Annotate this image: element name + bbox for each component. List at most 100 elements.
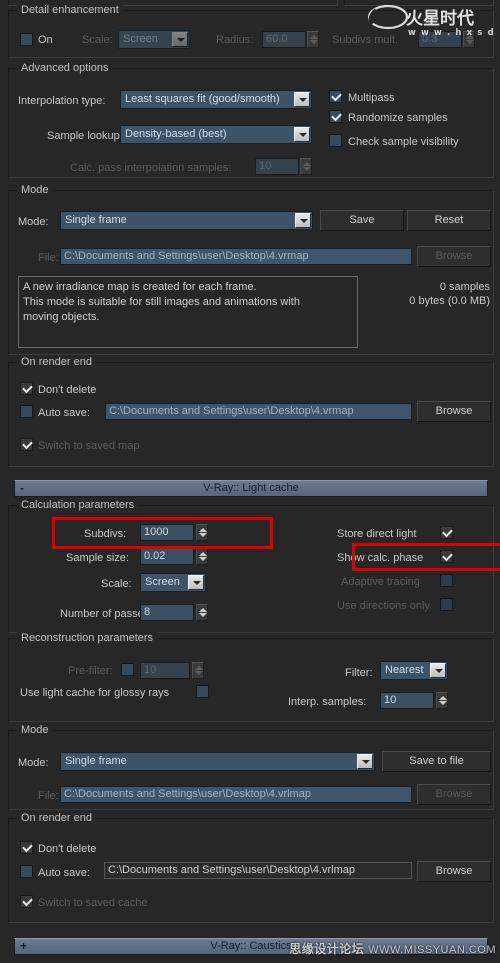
rollout-light-cache-title: V-Ray:: Light cache xyxy=(203,482,299,494)
watermark-missyuan: 思缘设计论坛 WWW.MISSYUAN.COM xyxy=(289,940,496,957)
watermark-hxsd-logo: 火星时代 w w w . h x s d . c o m xyxy=(367,4,498,38)
interpolation-type-label: Interpolation type: xyxy=(18,95,106,107)
irradiance-mode-dropdown[interactable]: Single frame xyxy=(60,211,313,230)
randomize-samples-checkbox[interactable] xyxy=(329,110,342,123)
lc-file-value: C:\Documents and Settings\user\Desktop\4… xyxy=(64,788,312,800)
rollout-caustics-title: V-Ray:: Caustics xyxy=(210,940,292,952)
interp-samples-spinner[interactable] xyxy=(436,692,448,709)
rollout-light-cache[interactable]: - V-Ray:: Light cache xyxy=(14,480,488,497)
pre-filter-checkbox[interactable] xyxy=(121,663,134,676)
lc-subdivs-spinner[interactable] xyxy=(196,524,208,541)
lc-scale-dropdown[interactable]: Screen xyxy=(140,573,206,592)
detail-enhancement-on-label: On xyxy=(38,34,53,46)
multipass-checkbox[interactable] xyxy=(329,90,342,103)
lc-passes-spinner[interactable] xyxy=(196,604,208,621)
group-title-light-cache-render-end: On render end xyxy=(17,812,96,824)
glossy-rays-checkbox[interactable] xyxy=(196,685,209,698)
group-title-calculation-parameters: Calculation parameters xyxy=(17,499,139,511)
adaptive-tracing-checkbox[interactable] xyxy=(440,574,453,587)
store-direct-light-label: Store direct light xyxy=(337,528,417,540)
use-directions-only-checkbox[interactable] xyxy=(440,598,453,611)
lc-sample-size-value: 0.02 xyxy=(144,550,166,562)
lc-mode-dropdown[interactable]: Single frame xyxy=(60,752,375,771)
filter-label: Filter: xyxy=(345,667,373,679)
lc-scale-label: Scale: xyxy=(101,578,132,590)
sample-lookup-label: Sample lookup: xyxy=(47,130,123,142)
irradiance-description-line1: A new irradiance map is created for each… xyxy=(23,281,257,293)
show-calc-phase-checkbox[interactable] xyxy=(440,550,453,563)
lc-auto-save-path-field[interactable]: C:\Documents and Settings\user\Desktop\4… xyxy=(104,862,412,879)
interp-samples-value: 10 xyxy=(384,694,397,706)
store-direct-light-checkbox[interactable] xyxy=(440,526,453,539)
irradiance-dont-delete-checkbox[interactable] xyxy=(20,382,33,395)
lc-scale-value: Screen xyxy=(145,576,180,588)
lc-auto-save-browse-button[interactable]: Browse xyxy=(417,861,491,882)
detail-scale-label: Scale: xyxy=(82,34,113,46)
use-directions-only-label: Use directions only xyxy=(337,600,430,612)
irradiance-save-button[interactable]: Save xyxy=(320,210,404,231)
irradiance-auto-save-checkbox[interactable] xyxy=(20,405,33,418)
irradiance-file-field[interactable]: C:\Documents and Settings\user\Desktop\4… xyxy=(60,248,412,265)
lc-switch-to-saved-cache-checkbox[interactable] xyxy=(20,895,33,908)
svg-text:w w w . h x s d . c o m: w w w . h x s d . c o m xyxy=(408,28,498,38)
irradiance-auto-save-path-field[interactable]: C:\Documents and Settings\user\Desktop\4… xyxy=(105,403,412,420)
lc-auto-save-checkbox[interactable] xyxy=(20,865,33,878)
irradiance-auto-save-browse-button[interactable]: Browse xyxy=(417,401,491,422)
randomize-samples-label: Randomize samples xyxy=(348,112,448,124)
group-title-detail-enhancement: Detail enhancement xyxy=(17,4,123,16)
filter-dropdown[interactable]: Nearest xyxy=(380,661,448,680)
chevron-down-icon xyxy=(357,754,373,769)
check-sample-visibility-label: Check sample visibility xyxy=(348,136,459,148)
irradiance-auto-save-label: Auto save: xyxy=(38,407,90,419)
lc-file-field[interactable]: C:\Documents and Settings\user\Desktop\4… xyxy=(60,786,412,803)
lc-auto-save-path-value: C:\Documents and Settings\user\Desktop\4… xyxy=(108,864,356,876)
lc-dont-delete-checkbox[interactable] xyxy=(20,841,33,854)
lc-sample-size-spinner[interactable] xyxy=(196,548,208,565)
irradiance-switch-to-saved-map-label: Switch to saved map xyxy=(38,440,140,452)
lc-dont-delete-label: Don't delete xyxy=(38,843,97,855)
group-reconstruction-parameters: Reconstruction parameters xyxy=(8,632,494,722)
calc-pass-interpolation-label: Calc. pass interpolation samples: xyxy=(70,162,232,174)
detail-radius-label: Radius: xyxy=(216,34,254,46)
irradiance-reset-button[interactable]: Reset xyxy=(407,210,491,231)
lc-mode-label: Mode: xyxy=(18,757,49,769)
irradiance-auto-save-path-value: C:\Documents and Settings\user\Desktop\4… xyxy=(109,405,354,417)
detail-radius-spinner[interactable] xyxy=(307,31,319,48)
lc-passes-label: Number of passes: xyxy=(60,608,153,620)
detail-radius-field[interactable]: 60.0 xyxy=(262,31,306,48)
group-title-irradiance-mode: Mode xyxy=(17,184,53,196)
lc-browse-button[interactable]: Browse xyxy=(417,784,491,805)
lc-subdivs-value: 1000 xyxy=(144,526,169,538)
lc-sample-size-label: Sample size: xyxy=(66,552,129,564)
irradiance-browse-button[interactable]: Browse xyxy=(417,246,491,267)
lc-switch-to-saved-cache-label: Switch to saved cache xyxy=(38,897,148,909)
chevron-down-icon xyxy=(294,92,310,107)
glossy-rays-label: Use light cache for glossy rays xyxy=(20,687,170,699)
group-title-reconstruction-parameters: Reconstruction parameters xyxy=(17,632,158,644)
watermark-bottom-cn: 思缘设计论坛 xyxy=(289,942,365,956)
pre-filter-spinner[interactable] xyxy=(192,662,204,679)
detail-enhancement-on-checkbox[interactable] xyxy=(20,33,33,46)
lc-mode-value: Single frame xyxy=(65,755,127,767)
show-calc-phase-label: Show calc. phase xyxy=(337,552,424,564)
adaptive-tracing-label: Adaptive tracing xyxy=(341,576,420,588)
irradiance-file-label: File: xyxy=(38,252,59,264)
lc-passes-field[interactable]: 8 xyxy=(140,604,194,621)
calc-pass-interpolation-spinner[interactable] xyxy=(300,158,312,175)
irradiance-dont-delete-label: Don't delete xyxy=(38,384,97,396)
sample-lookup-dropdown[interactable]: Density-based (best) xyxy=(120,125,312,144)
interpolation-type-dropdown[interactable]: Least squares fit (good/smooth) xyxy=(120,90,312,109)
lc-auto-save-label: Auto save: xyxy=(38,867,90,879)
calc-pass-interpolation-field[interactable]: 10 xyxy=(255,158,299,175)
lc-subdivs-field[interactable]: 1000 xyxy=(140,524,194,541)
irradiance-switch-to-saved-map-checkbox[interactable] xyxy=(20,438,33,451)
check-sample-visibility-checkbox[interactable] xyxy=(329,134,342,147)
watermark-bottom-url: WWW.MISSYUAN.COM xyxy=(368,944,496,956)
detail-scale-dropdown[interactable]: Screen xyxy=(118,30,190,49)
lc-save-to-file-button[interactable]: Save to file xyxy=(382,751,491,772)
pre-filter-value: 10 xyxy=(144,664,157,676)
lc-sample-size-field[interactable]: 0.02 xyxy=(140,548,194,565)
irradiance-file-value: C:\Documents and Settings\user\Desktop\4… xyxy=(64,250,309,262)
interp-samples-field[interactable]: 10 xyxy=(380,692,434,709)
pre-filter-field[interactable]: 10 xyxy=(140,662,190,679)
